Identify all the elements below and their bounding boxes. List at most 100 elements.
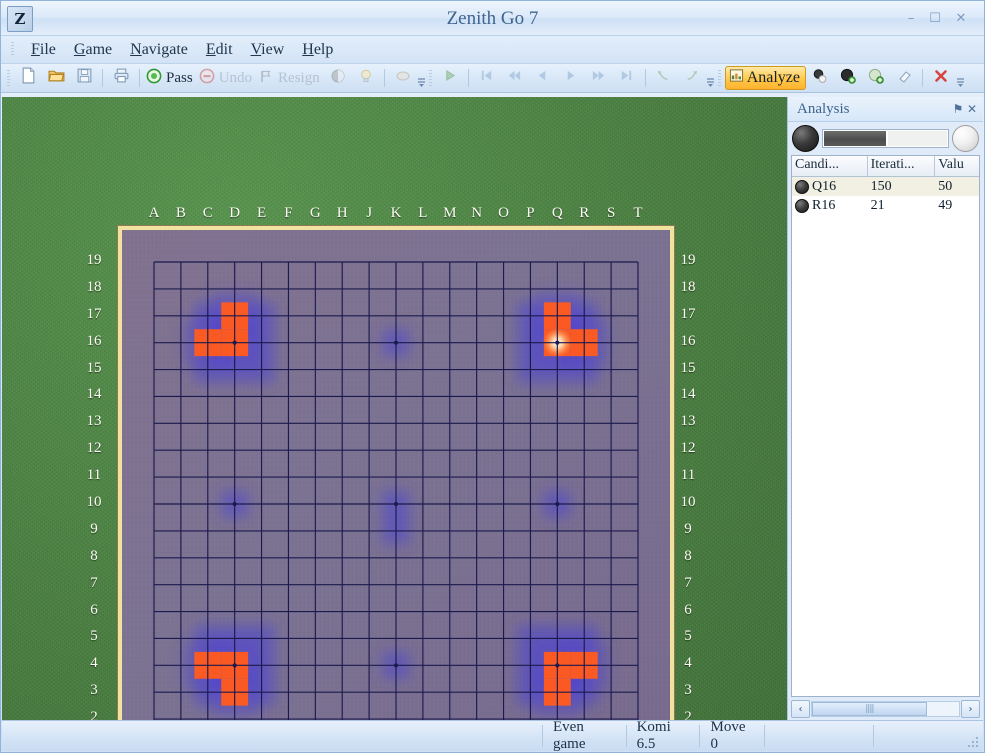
branch-back-button[interactable] bbox=[650, 66, 678, 90]
rewind-icon bbox=[507, 68, 522, 88]
print-button[interactable] bbox=[107, 66, 135, 90]
folder-open-icon bbox=[47, 67, 65, 89]
branch-forward-button[interactable] bbox=[678, 66, 706, 90]
analysis-horizontal-scrollbar[interactable]: ‹ |||| › bbox=[788, 697, 983, 721]
row-label-right-4: 4 bbox=[684, 655, 692, 672]
row-label-right-19: 19 bbox=[680, 252, 696, 268]
row-label-left-15: 15 bbox=[86, 359, 102, 376]
undo-button[interactable]: Undo bbox=[197, 66, 256, 90]
last-move-button[interactable] bbox=[613, 66, 641, 90]
row-label-left-13: 13 bbox=[86, 413, 102, 430]
new-game-button[interactable] bbox=[14, 66, 42, 90]
column-label-top-c: C bbox=[202, 205, 213, 221]
menu-item-help[interactable]: Help bbox=[293, 39, 342, 61]
scroll-right-button[interactable]: › bbox=[961, 700, 980, 718]
menu-item-navigate[interactable]: Navigate bbox=[121, 39, 197, 61]
save-button[interactable] bbox=[70, 66, 98, 90]
column-label-top-d: D bbox=[229, 205, 241, 221]
analysis-panel-header: Analysis ⚑ ✕ bbox=[788, 97, 983, 122]
black-stone-icon bbox=[330, 68, 346, 89]
status-bar: Even game Komi 6.5 Move 0 bbox=[2, 719, 983, 752]
rewind-button[interactable] bbox=[501, 66, 529, 90]
toolbar-overflow-1[interactable] bbox=[417, 68, 427, 88]
board-grid bbox=[153, 261, 639, 721]
floppy-disk-icon bbox=[76, 67, 93, 89]
analyze-button[interactable]: Analyze bbox=[724, 66, 807, 90]
play-button[interactable] bbox=[436, 66, 464, 90]
pin-icon[interactable]: ⚑ bbox=[951, 102, 965, 116]
toolbar-grip-analysis[interactable] bbox=[717, 69, 721, 87]
minimize-button[interactable]: – bbox=[900, 11, 922, 27]
fast-forward-icon bbox=[591, 68, 606, 88]
analyze-chart-icon bbox=[729, 68, 744, 88]
skip-last-icon bbox=[619, 68, 634, 88]
add-white-stone-button[interactable] bbox=[862, 66, 890, 90]
resign-flag-icon bbox=[258, 68, 274, 89]
add-black-stone-button[interactable] bbox=[834, 66, 862, 90]
close-panel-icon[interactable]: ✕ bbox=[965, 102, 979, 116]
open-file-button[interactable] bbox=[42, 66, 70, 90]
row-label-left-6: 6 bbox=[90, 601, 98, 618]
territory-button[interactable] bbox=[389, 66, 417, 90]
candidate-table-header: Candi... Iterati... Valu bbox=[792, 156, 979, 177]
undo-label: Undo bbox=[218, 69, 253, 86]
row-label-right-15: 15 bbox=[680, 359, 696, 376]
column-header-value[interactable]: Valu bbox=[935, 156, 979, 176]
row-label-left-10: 10 bbox=[86, 494, 102, 510]
menu-grip[interactable] bbox=[11, 42, 14, 57]
column-label-top-o: O bbox=[498, 205, 509, 221]
first-move-button[interactable] bbox=[473, 66, 501, 90]
toolbar-separator-1 bbox=[102, 69, 103, 87]
column-header-candidate[interactable]: Candi... bbox=[792, 156, 868, 176]
toolbar-grip-nav[interactable] bbox=[428, 69, 432, 87]
toolbar-overflow-2[interactable] bbox=[706, 68, 716, 88]
eraser-icon bbox=[896, 68, 912, 89]
score-estimate-button[interactable] bbox=[806, 66, 834, 90]
scrollbar-thumb-grip: |||| bbox=[865, 704, 874, 714]
menu-item-view[interactable]: View bbox=[242, 39, 294, 61]
candidate-moves-table[interactable]: Candi... Iterati... Valu Q16 150 50 R16 21 49 bbox=[791, 155, 980, 697]
black-to-play-button[interactable] bbox=[324, 66, 352, 90]
scrollbar-track[interactable]: |||| bbox=[811, 701, 960, 717]
black-stone-icon bbox=[795, 198, 809, 213]
menu-accel-navigate: N bbox=[130, 40, 142, 58]
menu-item-edit[interactable]: Edit bbox=[197, 39, 242, 61]
resign-button[interactable]: Resign bbox=[256, 66, 324, 90]
table-row[interactable]: R16 21 49 bbox=[792, 196, 979, 215]
row-label-right-6: 6 bbox=[684, 601, 692, 618]
column-label-top-g: G bbox=[309, 205, 321, 221]
table-row[interactable]: Q16 150 50 bbox=[792, 177, 979, 196]
lightbulb-icon bbox=[358, 68, 374, 89]
menu-item-file[interactable]: File bbox=[22, 39, 65, 61]
resize-grip[interactable] bbox=[967, 736, 979, 748]
pass-button[interactable]: Pass bbox=[144, 66, 197, 90]
eraser-button[interactable] bbox=[890, 66, 918, 90]
column-header-iterations[interactable]: Iterati... bbox=[868, 156, 936, 176]
two-stones-icon bbox=[812, 68, 828, 89]
board-surface[interactable] bbox=[122, 230, 670, 721]
row-label-right-8: 8 bbox=[684, 547, 692, 564]
toolbar-separator-4 bbox=[467, 69, 469, 87]
close-button[interactable]: ✕ bbox=[950, 11, 972, 27]
cell-iterations: 21 bbox=[870, 197, 885, 213]
row-label-left-8: 8 bbox=[90, 547, 98, 564]
toolbar-grip-file[interactable] bbox=[7, 69, 10, 87]
candidate-label: Q16 bbox=[812, 178, 837, 194]
hint-button[interactable] bbox=[352, 66, 380, 90]
fast-forward-button[interactable] bbox=[585, 66, 613, 90]
winrate-bar[interactable] bbox=[822, 129, 949, 148]
column-label-top-q: Q bbox=[551, 205, 563, 221]
menu-label-navigate: avigate bbox=[141, 40, 188, 58]
menu-item-game[interactable]: Game bbox=[65, 39, 121, 61]
next-move-button[interactable] bbox=[557, 66, 585, 90]
previous-move-button[interactable] bbox=[529, 66, 557, 90]
maximize-button[interactable]: ☐ bbox=[924, 11, 946, 27]
row-label-right-11: 11 bbox=[680, 467, 696, 484]
clear-analysis-button[interactable] bbox=[927, 66, 955, 90]
toolbar-overflow-3[interactable] bbox=[955, 68, 965, 88]
scrollbar-thumb[interactable]: |||| bbox=[812, 702, 927, 716]
black-stone-indicator bbox=[792, 125, 819, 152]
status-extra-1 bbox=[765, 725, 875, 747]
scroll-left-button[interactable]: ‹ bbox=[791, 700, 810, 718]
go-board-pane[interactable]: ABCDEFGHJKLMNOPQRST ABCDEFGHJKLMNOPQRST … bbox=[2, 97, 787, 721]
